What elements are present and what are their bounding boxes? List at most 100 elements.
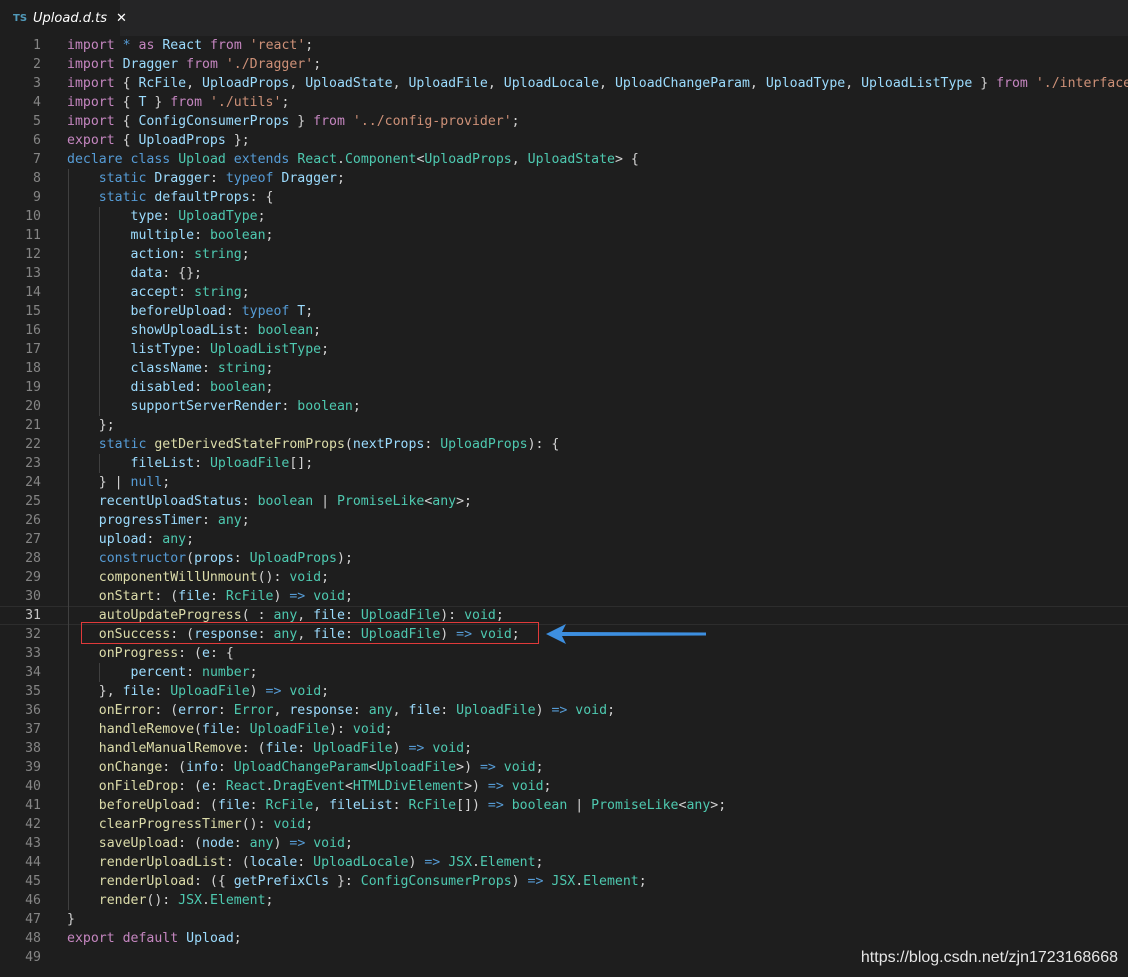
code-token: '../config-provider' [352,114,512,129]
code-line[interactable]: 39 onChange: (info: UploadChangeParam<Up… [0,758,1128,777]
code-line[interactable]: 34 percent: number; [0,663,1128,682]
code-line[interactable]: 17 listType: UploadListType; [0,340,1128,359]
code-line[interactable]: 2 import Dragger from './Dragger'; [0,55,1128,74]
code-line[interactable]: 6 export { UploadProps }; [0,131,1128,150]
line-number: 29 [25,570,41,585]
code-line[interactable]: 7 declare class Upload extends React.Comp… [0,150,1128,169]
code-token: DragEvent [273,779,345,794]
code-text: export default Upload; [67,929,242,948]
code-line[interactable]: 24 } | null; [0,473,1128,492]
code-line[interactable]: 11 multiple: boolean; [0,226,1128,245]
code-token: } | [67,475,131,490]
code-editor[interactable]: 1 import * as React from 'react'; 2 import … [0,36,1128,977]
code-token: ; [543,779,552,794]
code-line[interactable]: 12 action: string; [0,245,1128,264]
code-line[interactable]: 16 showUploadList: boolean; [0,321,1128,340]
code-line[interactable]: 20 supportServerRender: boolean; [0,397,1128,416]
code-line[interactable]: 5 import { ConfigConsumerProps } from '..… [0,112,1128,131]
indent-guide [68,435,69,454]
code-token: >) [456,760,480,775]
code-line[interactable]: 9 static defaultProps: { [0,188,1128,207]
code-token: void [352,722,385,737]
line-number: 46 [25,893,41,908]
code-line[interactable]: 37 handleRemove(file: UploadFile): void; [0,720,1128,739]
indent-guide [98,207,100,226]
code-token: ) [273,589,290,604]
code-line[interactable]: 46 render(): JSX.Element; [0,891,1128,910]
code-token: void [575,703,608,718]
code-line[interactable]: 33 onProgress: (e: { [0,644,1128,663]
code-token: []; [289,456,314,471]
tab-upload-d-ts[interactable]: TS Upload.d.ts ✕ [0,0,127,36]
code-token: any [368,703,393,718]
code-line[interactable]: 13 data: {}; [0,264,1128,283]
code-line[interactable]: 4 import { T } from './utils'; [0,93,1128,112]
code-token: : [424,437,441,452]
code-line[interactable]: 41 beforeUpload: (file: RcFile, fileList… [0,796,1128,815]
code-text: } | null; [67,473,171,492]
code-line[interactable]: 14 accept: string; [0,283,1128,302]
code-token: > { [614,152,639,167]
line-number: 3 [33,76,41,91]
code-line[interactable]: 27 upload: any; [0,530,1128,549]
code-token: < [368,760,377,775]
close-icon[interactable]: ✕ [116,11,127,26]
code-token: from [186,57,218,72]
code-line[interactable]: 30 onStart: (file: RcFile) => void; [0,587,1128,606]
code-line[interactable]: 15 beforeUpload: typeof T; [0,302,1128,321]
code-token: : [297,855,314,870]
code-line[interactable]: 42 clearProgressTimer(): void; [0,815,1128,834]
indent-guide [68,321,69,340]
code-line[interactable]: 29 componentWillUnmount(): void; [0,568,1128,587]
code-line[interactable]: 23 fileList: UploadFile[]; [0,454,1128,473]
code-line[interactable]: 22 static getDerivedStateFromProps(nextP… [0,435,1128,454]
code-line[interactable]: 8 static Dragger: typeof Dragger; [0,169,1128,188]
code-token: } [67,912,75,927]
code-token: React [297,152,338,167]
line-number: 44 [25,855,41,870]
code-line[interactable]: 26 progressTimer: any; [0,511,1128,530]
code-line[interactable]: 36 onError: (error: Error, response: any… [0,701,1128,720]
indent-guide [68,511,69,530]
code-token: ; [352,399,361,414]
code-text: data: {}; [67,264,202,283]
line-number: 4 [33,95,41,110]
code-line[interactable]: 21 }; [0,416,1128,435]
code-line[interactable]: 25 recentUploadStatus: boolean | Promise… [0,492,1128,511]
code-line[interactable]: 40 onFileDrop: (e: React.DragEvent<HTMLD… [0,777,1128,796]
code-line[interactable]: 1 import * as React from 'react'; [0,36,1128,55]
code-token: : [194,456,210,471]
code-token: { [114,95,139,110]
indent-guide [98,397,100,416]
code-token: ; [265,228,274,243]
code-line[interactable]: 47} [0,910,1128,929]
code-token: ): [440,608,465,623]
code-line[interactable]: 19 disabled: boolean; [0,378,1128,397]
code-token: , [511,152,528,167]
code-line[interactable]: 38 handleManualRemove: (file: UploadFile… [0,739,1128,758]
code-line[interactable]: 45 renderUpload: ({ getPrefixCls }: Conf… [0,872,1128,891]
code-line[interactable]: 43 saveUpload: (node: any) => void; [0,834,1128,853]
code-token: ); [337,551,353,566]
code-token: static [98,171,147,186]
code-line[interactable]: 35 }, file: UploadFile) => void; [0,682,1128,701]
code-text: saveUpload: (node: any) => void; [67,834,353,853]
code-token: , [392,703,409,718]
code-line[interactable]: 48 export default Upload; [0,929,1128,948]
code-line[interactable]: 44 renderUploadList: (locale: UploadLoca… [0,853,1128,872]
indent-guide [68,302,69,321]
code-line[interactable]: 3 import { RcFile, UploadProps, UploadSta… [0,74,1128,93]
line-number: 26 [25,513,41,528]
tab-label: Upload.d.ts [33,10,107,26]
code-token: Upload [186,931,234,946]
code-line[interactable]: 18 className: string; [0,359,1128,378]
code-token: => [424,855,441,870]
code-line[interactable]: 28 constructor(props: UploadProps); [0,549,1128,568]
code-line[interactable]: 10 type: UploadType; [0,207,1128,226]
indent-guide [68,644,69,663]
arrow-shape [546,624,706,644]
